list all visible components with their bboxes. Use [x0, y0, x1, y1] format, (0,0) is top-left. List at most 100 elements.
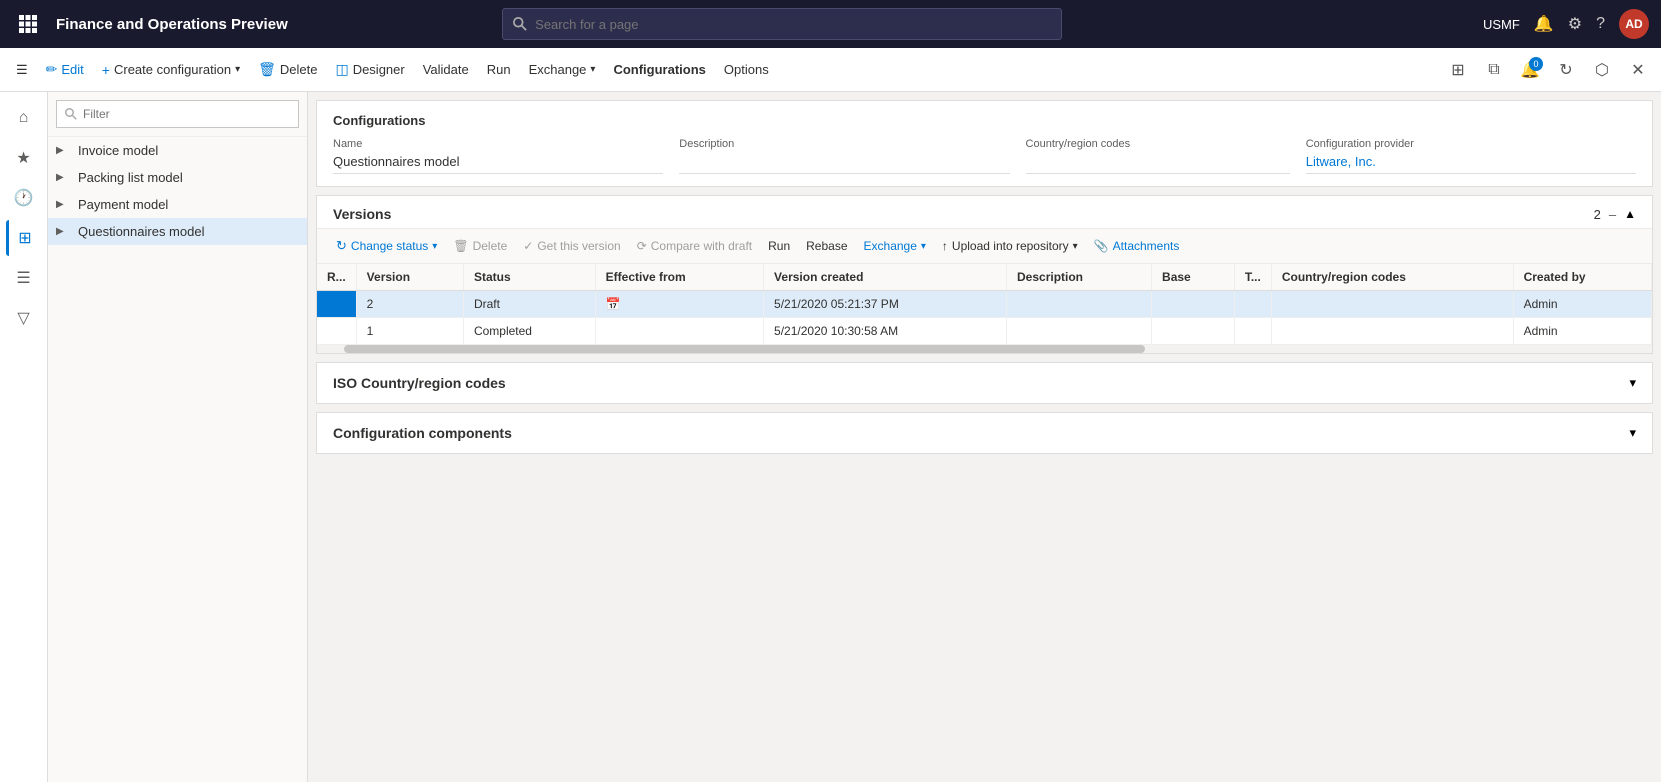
iso-chevron-icon: ▾ — [1629, 375, 1636, 391]
attachments-button[interactable]: 📎 Attachments — [1087, 236, 1187, 256]
versions-count: 2 — [1594, 207, 1601, 222]
versions-delete-button[interactable]: 🗑 Delete — [446, 236, 514, 256]
versions-run-button[interactable]: Run — [761, 236, 797, 256]
avatar[interactable]: AD — [1619, 9, 1649, 39]
refresh-button[interactable]: ↻ — [1551, 55, 1581, 85]
col-header-t[interactable]: T... — [1234, 264, 1271, 291]
table-row[interactable]: 2 Draft 📅 5/21/2020 05:21:37 PM Admin — [317, 291, 1652, 318]
cell-t — [1234, 291, 1271, 318]
search-input[interactable] — [535, 17, 1051, 32]
edit-button[interactable]: ✏ Edit — [38, 57, 92, 82]
run-button[interactable]: Run — [479, 58, 519, 81]
favorites-icon-btn[interactable]: ★ — [6, 140, 42, 176]
home-icon-btn[interactable]: ⌂ — [6, 100, 42, 136]
configurations-section-title: Configurations — [333, 113, 1636, 128]
exchange-button[interactable]: Exchange ▾ — [521, 58, 604, 81]
tree-filter-area — [48, 92, 307, 137]
upload-icon: ↑ — [942, 239, 948, 253]
cell-effective-from — [595, 318, 763, 345]
cell-country-region — [1271, 291, 1513, 318]
versions-collapse-btn[interactable]: ▲ — [1624, 207, 1636, 221]
col-header-status[interactable]: Status — [463, 264, 595, 291]
content-area: Configurations Name Questionnaires model… — [308, 92, 1661, 782]
config-fields: Name Questionnaires model Description Co… — [333, 138, 1636, 174]
cell-created-by: Admin — [1513, 318, 1651, 345]
tree-item-packing[interactable]: ▶ Packing list model — [48, 164, 307, 191]
config-description-field: Description — [679, 138, 1009, 174]
calendar-icon: 📅 — [606, 297, 621, 311]
components-chevron-icon: ▾ — [1629, 425, 1636, 441]
settings-icon[interactable]: ⚙ — [1568, 14, 1582, 34]
close-button[interactable]: ✕ — [1623, 55, 1653, 85]
versions-title: Versions — [333, 206, 391, 222]
upload-into-repository-button[interactable]: ↑ Upload into repository ▾ — [935, 236, 1085, 256]
workspaces-icon-btn[interactable]: ⊞ — [6, 220, 42, 256]
cell-created-by: Admin — [1513, 291, 1651, 318]
horizontal-scrollbar[interactable] — [317, 345, 1652, 353]
open-new-button[interactable]: ⬡ — [1587, 55, 1617, 85]
config-components-header[interactable]: Configuration components ▾ — [317, 413, 1652, 453]
col-header-base[interactable]: Base — [1152, 264, 1235, 291]
col-header-effective-from[interactable]: Effective from — [595, 264, 763, 291]
iso-codes-header[interactable]: ISO Country/region codes ▾ — [317, 363, 1652, 403]
scrollbar-thumb[interactable] — [344, 345, 1145, 353]
hamburger-button[interactable]: ☰ — [8, 58, 36, 82]
search-icon — [513, 17, 527, 31]
col-header-description[interactable]: Description — [1007, 264, 1152, 291]
designer-button[interactable]: ◫ Designer — [327, 57, 412, 82]
cell-effective-from: 📅 — [595, 291, 763, 318]
iso-codes-section: ISO Country/region codes ▾ — [316, 362, 1653, 404]
table-row[interactable]: 1 Completed 5/21/2020 10:30:58 AM Admin — [317, 318, 1652, 345]
provider-value[interactable]: Litware, Inc. — [1306, 154, 1636, 174]
versions-toolbar: ↻ Change status ▾ 🗑 Delete ✓ Get this ve… — [317, 229, 1652, 264]
config-provider-field: Configuration provider Litware, Inc. — [1306, 138, 1636, 174]
tree-item-questionnaires[interactable]: ▶ Questionnaires model — [48, 218, 307, 245]
cell-status: Completed — [463, 318, 595, 345]
tree-panel: ▶ Invoice model ▶ Packing list model ▶ P… — [48, 92, 308, 782]
filter-icon-btn[interactable]: ▽ — [6, 300, 42, 336]
get-this-version-button[interactable]: ✓ Get this version — [516, 236, 627, 256]
compare-with-draft-button[interactable]: ⟳ Compare with draft — [630, 236, 759, 256]
tree-item-payment[interactable]: ▶ Payment model — [48, 191, 307, 218]
list-icon-btn[interactable]: ☰ — [6, 260, 42, 296]
exchange-chevron-icon: ▾ — [590, 64, 595, 75]
top-bar: Finance and Operations Preview USMF 🔔 ⚙ … — [0, 0, 1661, 48]
command-bar: ☰ ✏ Edit + Create configuration ▾ 🗑 Dele… — [0, 48, 1661, 92]
cell-version: 2 — [356, 291, 463, 318]
name-value: Questionnaires model — [333, 154, 663, 174]
name-label: Name — [333, 138, 663, 150]
help-icon[interactable]: ? — [1596, 15, 1605, 33]
search-box[interactable] — [502, 8, 1062, 40]
waffle-menu[interactable] — [12, 8, 44, 40]
configurations-button[interactable]: Configurations — [605, 58, 713, 81]
designer-icon: ◫ — [335, 61, 348, 78]
country-region-label: Country/region codes — [1026, 138, 1290, 150]
grid-view-button[interactable]: ⊞ — [1443, 55, 1473, 85]
edit-icon: ✏ — [46, 61, 58, 78]
col-header-country-region[interactable]: Country/region codes — [1271, 264, 1513, 291]
sidebar-icons: ⌂ ★ 🕐 ⊞ ☰ ▽ — [0, 92, 48, 782]
tree-item-invoice[interactable]: ▶ Invoice model — [48, 137, 307, 164]
split-view-button[interactable]: ⧉ — [1479, 55, 1509, 85]
options-button[interactable]: Options — [716, 58, 777, 81]
col-header-created-by[interactable]: Created by — [1513, 264, 1651, 291]
change-status-icon: ↻ — [336, 238, 347, 254]
alert-button[interactable]: 🔔 0 — [1515, 55, 1545, 85]
recent-icon-btn[interactable]: 🕐 — [6, 180, 42, 216]
change-status-button[interactable]: ↻ Change status ▾ — [329, 235, 444, 257]
chevron-right-icon: ▶ — [56, 145, 72, 156]
chevron-right-icon: ▶ — [56, 199, 72, 210]
col-header-version[interactable]: Version — [356, 264, 463, 291]
create-configuration-button[interactable]: + Create configuration ▾ — [94, 58, 248, 82]
delete-button[interactable]: 🗑 Delete — [250, 57, 325, 82]
filter-input-wrapper[interactable] — [56, 100, 299, 128]
versions-exchange-button[interactable]: Exchange ▾ — [857, 236, 933, 256]
filter-input[interactable] — [83, 107, 290, 121]
versions-header: Versions 2 – ▲ — [317, 196, 1652, 229]
notification-icon[interactable]: 🔔 — [1534, 14, 1554, 34]
col-header-version-created[interactable]: Version created — [764, 264, 1007, 291]
versions-controls: 2 – ▲ — [1594, 207, 1636, 222]
validate-button[interactable]: Validate — [415, 58, 477, 81]
col-header-r[interactable]: R... — [317, 264, 356, 291]
rebase-button[interactable]: Rebase — [799, 236, 854, 256]
